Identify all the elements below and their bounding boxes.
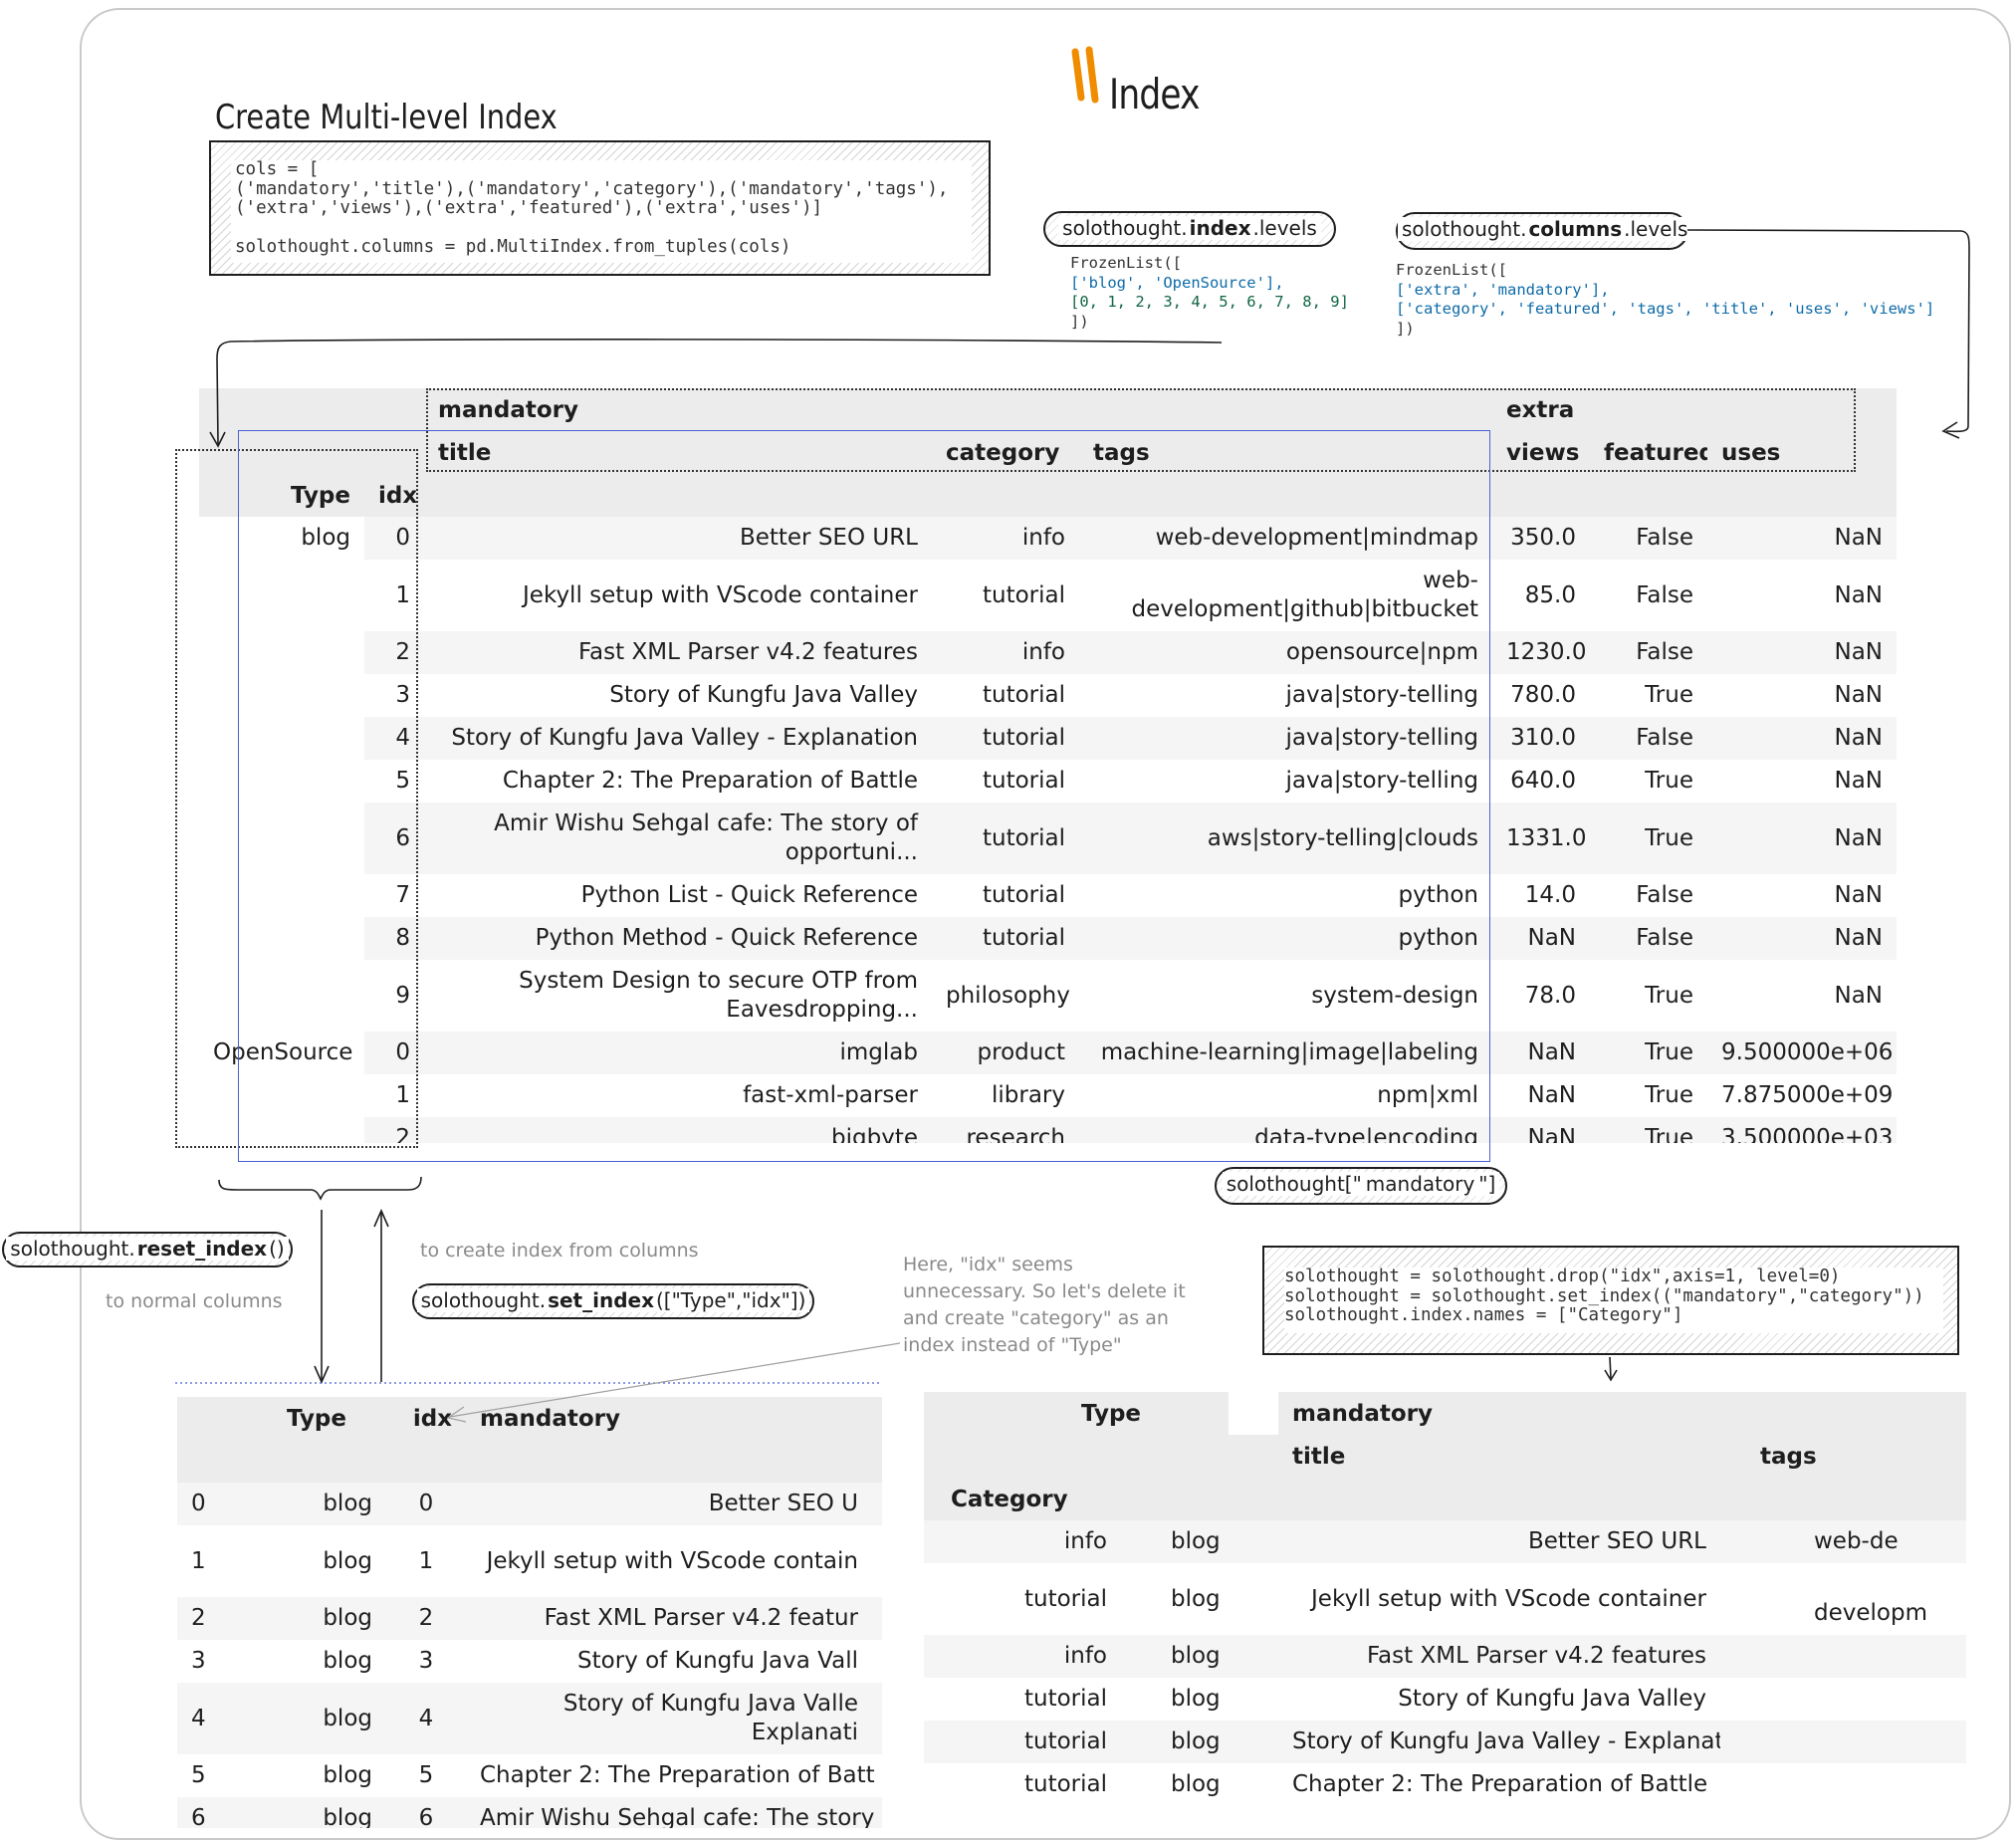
brace: [218, 1176, 422, 1201]
arrow-columns-levels: [1686, 229, 1970, 433]
arrow-note: [449, 1342, 901, 1418]
arrow-index-levels: [216, 339, 1223, 445]
arrow-code: [1609, 1356, 1612, 1379]
arrow-head: [1941, 421, 1960, 439]
connector-overlay: [175, 229, 1970, 1423]
